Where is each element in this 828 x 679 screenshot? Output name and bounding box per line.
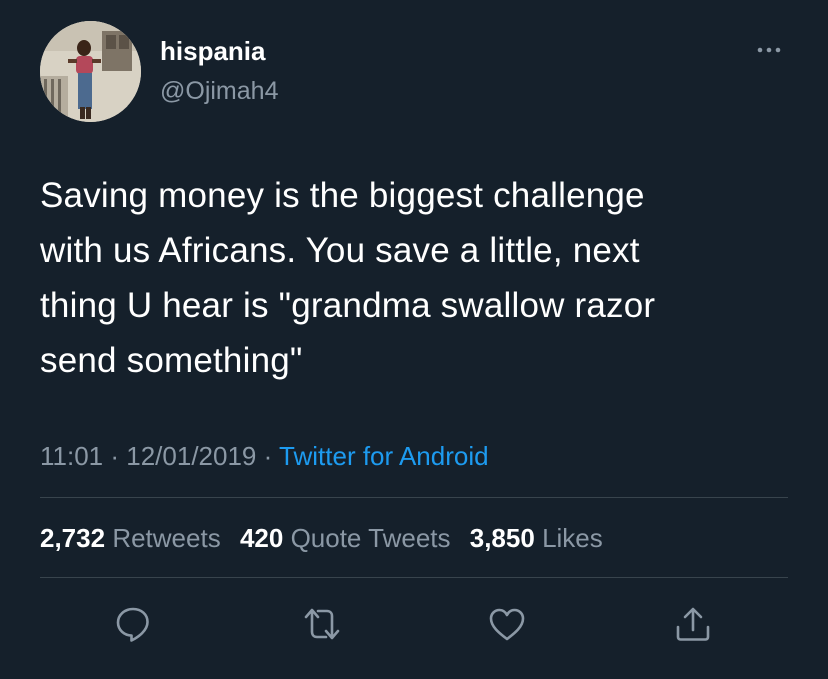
tweet-detail: hispania @Ojimah4 Saving money is the bi…: [0, 0, 828, 679]
retweet-button[interactable]: [302, 604, 342, 644]
quote-tweets-stat[interactable]: 420 Quote Tweets: [240, 523, 451, 553]
tweet-metadata: 11:01 · 12/01/2019 · Twitter for Android: [40, 439, 489, 473]
tweet-text: Saving money is the biggest challenge wi…: [40, 176, 656, 380]
likes-stat[interactable]: 3,850 Likes: [470, 523, 603, 553]
tweet-stats: 2,732 Retweets 420 Quote Tweets 3,850 Li…: [40, 521, 615, 555]
avatar[interactable]: [40, 21, 141, 122]
share-button[interactable]: [673, 604, 713, 644]
more-horizontal-icon[interactable]: [752, 40, 786, 60]
share-icon: [676, 607, 710, 641]
meta-separator: ·: [103, 441, 127, 471]
tweet-date[interactable]: 12/01/2019: [126, 441, 256, 471]
user-handle[interactable]: @Ojimah4: [160, 75, 278, 107]
display-name[interactable]: hispania: [160, 35, 265, 67]
reply-icon: [116, 607, 149, 642]
likes-count: 3,850: [469, 523, 535, 553]
tweet-time[interactable]: 11:01: [40, 441, 103, 471]
like-button[interactable]: [487, 604, 527, 644]
retweets-stat[interactable]: 2,732 Retweets: [40, 523, 221, 553]
reply-button[interactable]: [113, 604, 153, 644]
likes-label: Likes: [542, 523, 603, 553]
meta-separator: ·: [256, 441, 280, 471]
retweets-count: 2,732: [40, 523, 106, 553]
heart-icon: [489, 608, 525, 641]
retweet-icon: [304, 608, 340, 640]
quotes-count: 420: [239, 523, 284, 553]
avatar-photo: [40, 21, 141, 122]
retweets-label: Retweets: [112, 523, 221, 553]
divider: [40, 497, 788, 498]
tweet-source-link[interactable]: Twitter for Android: [279, 441, 489, 471]
quotes-label: Quote Tweets: [290, 523, 451, 553]
divider: [40, 577, 788, 578]
